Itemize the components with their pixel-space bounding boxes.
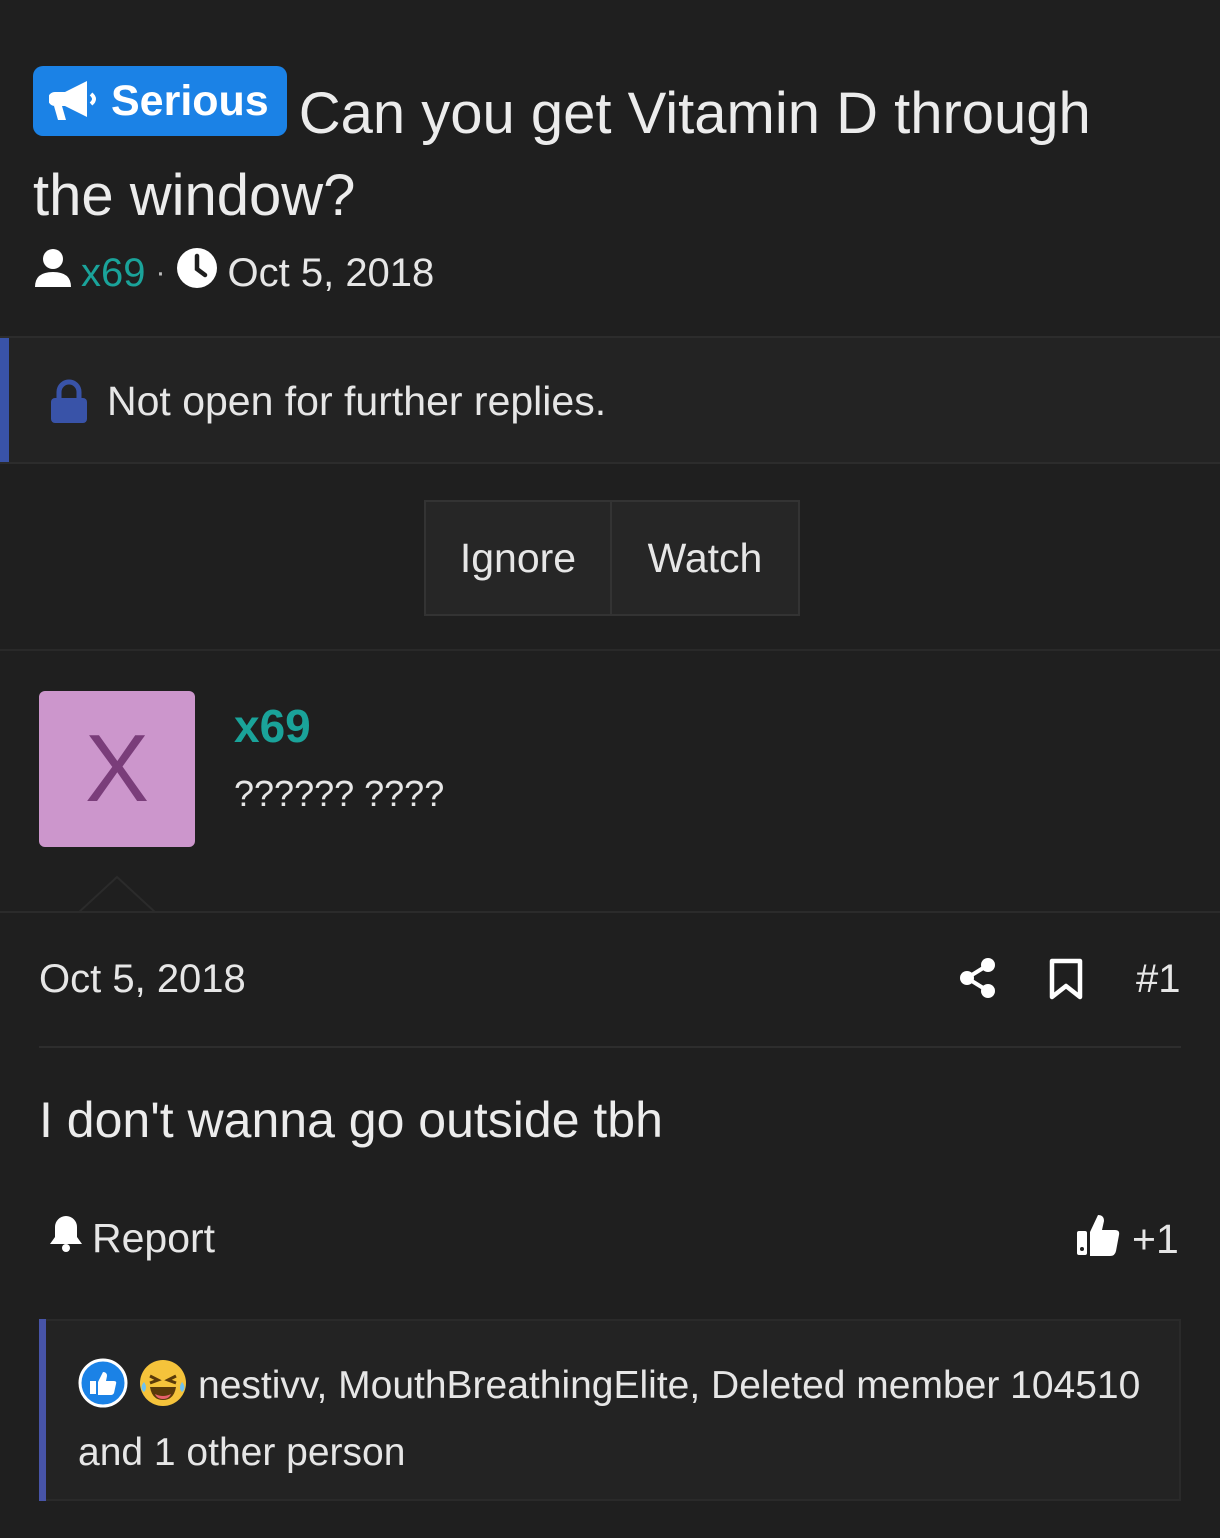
megaphone-icon [49,78,101,124]
like-reaction-icon [78,1358,128,1424]
bell-icon [48,1213,84,1263]
reactions-summary[interactable]: nestivv, MouthBreathingElite, Deleted me… [78,1357,1158,1481]
post-username[interactable]: x69 [234,699,311,753]
report-label: Report [92,1214,216,1261]
post-number-link[interactable]: #1 [1136,957,1181,1002]
thread-author-link[interactable]: x69 [81,251,146,296]
post-date[interactable]: Oct 5, 2018 [39,957,246,1002]
prefix-label: Serious [111,77,269,125]
thumbs-up-icon [1076,1211,1120,1267]
post-user-block: X x69 ?????? ???? [0,651,1220,914]
ignore-button[interactable]: Ignore [426,502,612,614]
reactions-names: nestivv, MouthBreathingElite, Deleted me… [78,1364,1141,1474]
locked-notice: Not open for further replies. [0,336,1220,464]
thread-date[interactable]: Oct 5, 2018 [228,251,435,296]
lock-icon [50,379,88,428]
report-button[interactable]: Report [48,1213,215,1263]
post-body: Oct 5, 2018 #1 I don't wanna go outside … [0,913,1220,1538]
user-icon [33,247,73,299]
clock-icon [176,247,218,299]
thread-action-buttons: Ignore Watch [424,500,800,616]
reactions-bar[interactable]: nestivv, MouthBreathingElite, Deleted me… [39,1319,1181,1501]
serious-prefix-badge[interactable]: Serious [33,66,287,136]
laugh-reaction-icon [138,1358,188,1424]
thread-meta: x69 · Oct 5, 2018 [33,248,434,298]
thread-title: Serious Can you get Vitamin D through the… [33,66,1183,237]
locked-notice-text: Not open for further replies. [107,378,607,424]
share-icon[interactable] [958,957,998,1004]
like-button[interactable]: +1 [1076,1211,1179,1267]
reactions-accent-bar [39,1319,46,1501]
meta-separator: · [155,256,166,289]
avatar[interactable]: X [39,691,195,847]
thread-header: Serious Can you get Vitamin D through the… [0,0,1220,335]
post-message: I don't wanna go outside tbh [39,1092,663,1148]
user-title: ?????? ???? [234,773,445,814]
watch-button[interactable]: Watch [612,502,798,614]
bookmark-icon[interactable] [1049,958,1083,1005]
body-divider [39,1046,1181,1048]
like-count: +1 [1132,1215,1179,1262]
notice-accent-bar [0,338,9,462]
